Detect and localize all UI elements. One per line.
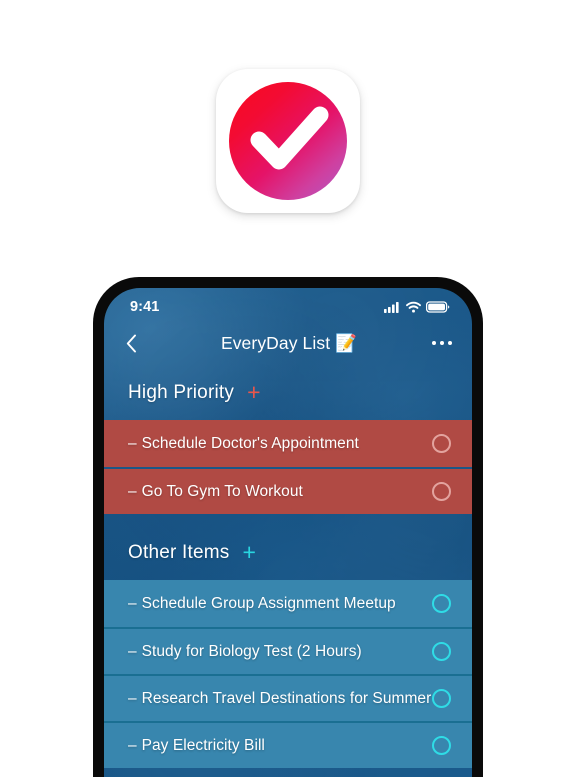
task-row[interactable]: – Study for Biology Test (2 Hours): [104, 627, 472, 674]
task-label: Study for Biology Test (2 Hours): [141, 642, 362, 660]
more-dot: [447, 340, 452, 346]
nav-bar: EveryDay List 📝: [104, 320, 472, 366]
task-checkbox[interactable]: [432, 642, 451, 661]
more-dot: [439, 340, 444, 346]
task-label: Research Travel Destinations for Summer: [141, 689, 432, 707]
task-checkbox[interactable]: [432, 434, 451, 453]
task-checkbox[interactable]: [432, 594, 451, 613]
section-header-high-priority: High Priority +: [104, 366, 472, 420]
task-row[interactable]: – Go To Gym To Workout: [104, 467, 472, 514]
battery-icon: [426, 301, 450, 313]
task-label: Schedule Group Assignment Meetup: [141, 594, 396, 612]
task-row[interactable]: – Research Travel Destinations for Summe…: [104, 674, 472, 721]
checkmark-app-icon: [216, 69, 360, 213]
phone-mockup: 9:41 EveryDay List 📝 High Priority + – S…: [93, 277, 483, 777]
add-task-other-items-button[interactable]: +: [242, 540, 255, 564]
section-title-other-items: Other Items: [128, 542, 230, 563]
phone-screen: 9:41 EveryDay List 📝 High Priority + – S…: [104, 288, 472, 777]
wifi-icon: [406, 301, 421, 313]
status-icons-group: [384, 301, 450, 313]
task-label: Go To Gym To Workout: [141, 482, 303, 500]
app-icon-gradient-circle: [229, 82, 347, 200]
task-row[interactable]: – Schedule Doctor's Appointment: [104, 420, 472, 467]
task-checkbox[interactable]: [432, 736, 451, 755]
status-bar: 9:41: [104, 288, 472, 320]
task-dash: –: [128, 689, 137, 707]
section-header-other-items: Other Items +: [104, 526, 472, 580]
section-title-high-priority: High Priority: [128, 382, 235, 403]
back-button[interactable]: [126, 334, 152, 353]
task-dash: –: [128, 642, 137, 660]
status-time: 9:41: [130, 299, 160, 315]
task-checkbox[interactable]: [432, 689, 451, 708]
chevron-left-icon: [126, 334, 136, 352]
task-label: Schedule Doctor's Appointment: [141, 434, 359, 452]
cellular-signal-icon: [384, 302, 399, 313]
task-dash: –: [128, 482, 137, 500]
task-row[interactable]: – Schedule Group Assignment Meetup: [104, 580, 472, 627]
task-checkbox[interactable]: [432, 482, 451, 501]
task-row[interactable]: – Pay Electricity Bill: [104, 721, 472, 768]
task-list: High Priority + – Schedule Doctor's Appo…: [104, 366, 472, 768]
task-label: Pay Electricity Bill: [141, 736, 265, 754]
task-dash: –: [128, 594, 137, 612]
checkmark-icon: [250, 106, 329, 170]
more-dot: [431, 340, 436, 346]
page-title: EveryDay List 📝: [220, 332, 358, 353]
more-options-button[interactable]: [426, 340, 452, 346]
add-task-high-priority-button[interactable]: +: [247, 380, 260, 404]
app-icon-container: [216, 69, 360, 213]
task-dash: –: [128, 434, 137, 452]
task-dash: –: [128, 736, 137, 754]
